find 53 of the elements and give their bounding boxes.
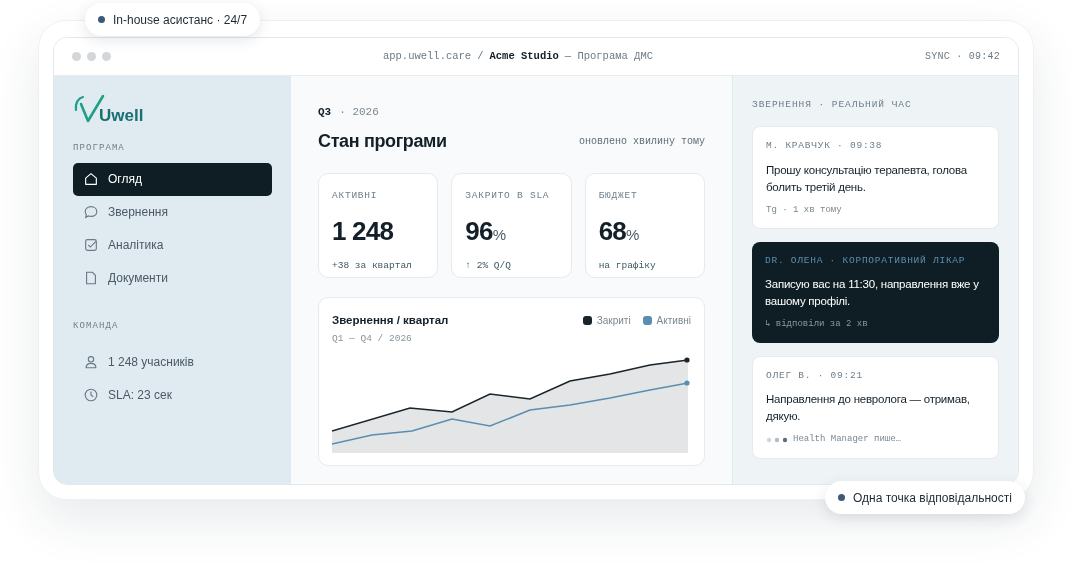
clock-icon [83,386,99,403]
sync-status: SYNC · 09:42 [925,50,1000,64]
nav-item[interactable]: Документи [73,261,272,295]
stat-label: ЗАКРИТО В SLA [465,188,551,203]
program-name: — Програма ДМС [564,48,653,64]
message-text: Прошу консультацію терапевта, голова болить третій день. [766,162,968,195]
nav-item[interactable]: Аналітика [73,228,272,262]
feed-heading: ЗВЕРНЕННЯ · РЕАЛЬНИЙ ЧАС [752,98,913,112]
data-point [684,380,690,386]
message-author: DR. ОЛЕНА · КОРПОРАТИВНИЙ ЛІКАР [765,254,967,268]
checkbox-icon [83,237,99,253]
stat-label: АКТИВНІ [332,188,379,203]
stat-value: 96% [465,214,508,248]
chart-title: Звернення / квартал [332,312,449,328]
stat-note: +38 за квартал [332,258,413,273]
message-text: Записую вас на 11:30, направлення вже у вашому профілі. [765,277,980,310]
chart-subtitle: Q1 — Q4 / 2026 [332,331,413,346]
message-footer: Tg · 1 хв тому [766,203,842,217]
status-badge: In-house асистанс · 24/7 [85,3,261,36]
company-name: Acme Studio [489,48,559,64]
message-footer: ↳ відповіли за 2 хв [765,318,868,332]
update-time: оновлено хвилину тому [578,134,705,149]
person-icon [83,353,99,370]
home-icon [83,171,99,187]
status-badge: Одна точка відповідальності [825,481,1025,514]
data-point [684,357,690,363]
typing-indicator-icon [766,436,788,443]
message-author: ОЛЕГ В. · 09:21 [766,368,864,383]
separator-text: / [477,48,484,64]
period-label: Q3 [318,105,332,120]
nav-item[interactable]: Огляд [73,162,272,196]
message-text: Направлення до невролога — отримав, дякую. [766,392,971,424]
message-footer: Health Manager пише… [793,433,902,447]
stat-value: 68% [598,214,641,248]
stat-value: 1 248 [332,214,395,248]
document-icon [83,270,99,286]
window-controls-icon [72,52,111,61]
nav-item[interactable]: Звернення [73,195,272,229]
team-stat: SLA: 23 сек [108,386,172,404]
chat-bubble-icon [83,204,99,220]
url-text: app.uwell.care [382,48,472,64]
stat-note: ↑ 2% Q/Q [465,258,512,273]
stat-note: на графіку [598,258,657,273]
logo: Uwell [73,92,272,124]
page-title: Стан програми [318,129,447,153]
section-heading: ПРОГРАМА [73,142,126,155]
stat-label: БЮДЖЕТ [598,188,639,203]
message-author: М. КРАВЧУК · 09:38 [766,139,884,154]
legend-label: Закриті [596,313,631,328]
team-stat: 1 248 учасників [108,353,194,371]
section-heading: КОМАНДА [73,319,120,333]
legend-label: Активні [656,313,691,328]
year-label: · 2026 [339,105,379,120]
